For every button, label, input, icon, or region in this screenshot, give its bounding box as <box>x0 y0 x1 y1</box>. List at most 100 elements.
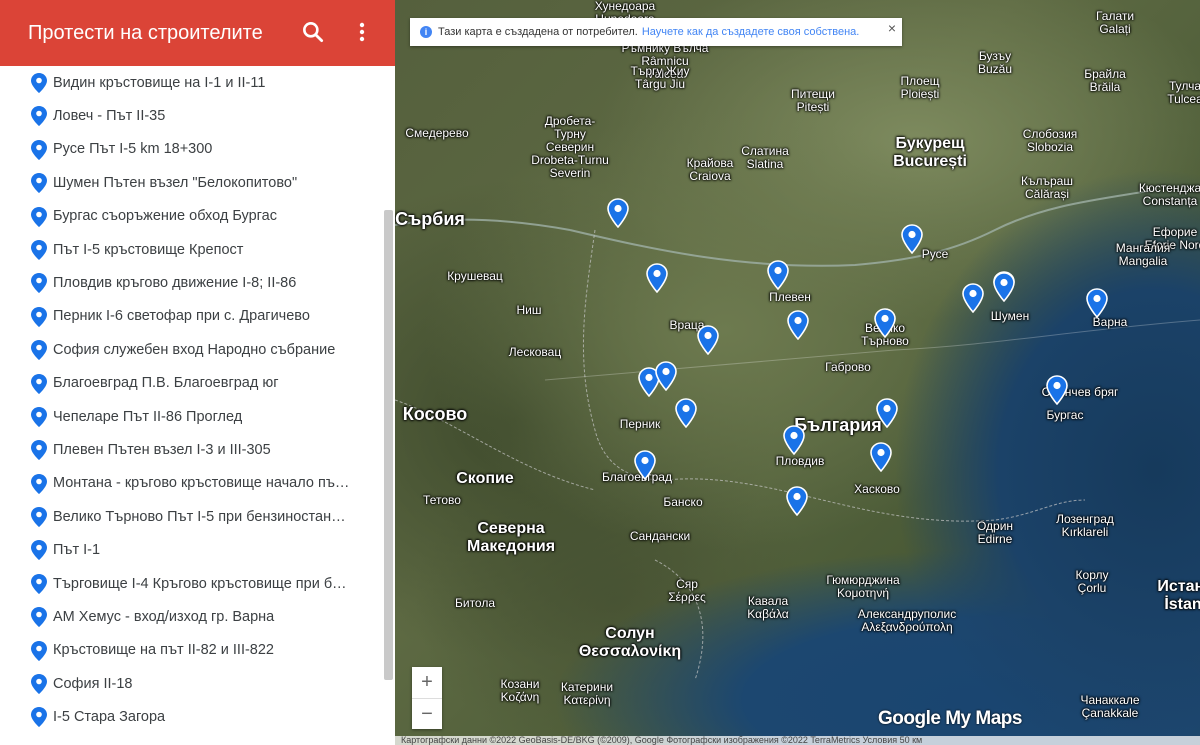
map-marker-icon[interactable] <box>646 263 668 293</box>
map-marker-icon[interactable] <box>1086 288 1108 318</box>
map-pin-icon <box>31 273 47 294</box>
list-item[interactable]: Търговище I-4 Кръгово кръстовище при бен… <box>0 567 395 600</box>
map-marker-icon[interactable] <box>786 486 808 516</box>
label-braila: Брайла Brăila <box>1084 67 1126 94</box>
map-pin-icon <box>31 139 47 160</box>
map-marker-icon[interactable] <box>634 450 656 480</box>
sidebar: Протести на строителите Видин кръстовище… <box>0 0 395 745</box>
label-istanbul: Истанбулİstanbul <box>1157 578 1200 613</box>
label-sar: Сяр Σέρρες <box>668 577 706 604</box>
map-marker-icon[interactable] <box>876 398 898 428</box>
list-item[interactable]: Русе Път I-5 km 18+300 <box>0 133 395 166</box>
banner-link[interactable]: Научете как да създадете своя собствена. <box>642 26 860 38</box>
list-item-label: Ловеч - Път II-35 <box>53 108 166 125</box>
list-item[interactable]: София служебен вход Народно събрание <box>0 333 395 366</box>
label-korlu: Корлу Çorlu <box>1075 568 1109 595</box>
list-item[interactable]: Видин кръстовище на I-1 и II-11 <box>0 66 395 99</box>
map-marker-icon[interactable] <box>901 224 923 254</box>
list-item-label: Кръстовище на път II-82 и III-822 <box>53 642 274 659</box>
map-pin-icon <box>31 106 47 127</box>
map-pin-icon <box>31 440 47 461</box>
list-item[interactable]: Благоевград П.В. Благоевград юг <box>0 367 395 400</box>
list-item[interactable]: София II-18 <box>0 667 395 700</box>
label-pleven: Плевен <box>769 290 811 304</box>
list-item[interactable]: Кръстовище на път II-82 и III-822 <box>0 634 395 667</box>
zoom-in-button[interactable]: + <box>412 667 442 698</box>
list-item[interactable]: Ловеч - Път II-35 <box>0 99 395 132</box>
list-item[interactable]: Път I-5 кръстовище Крепост <box>0 233 395 266</box>
map-marker-icon[interactable] <box>874 308 896 338</box>
banner-text: Тази карта е създадена от потребител. <box>438 26 638 38</box>
label-kragujevac: Крушевац <box>447 269 503 283</box>
map-marker-icon[interactable] <box>697 325 719 355</box>
map-marker-icon[interactable] <box>767 260 789 290</box>
map[interactable]: ХунедоараHunedoara ГалатиGalați Ръмнику … <box>395 0 1200 745</box>
map-marker-icon[interactable] <box>783 425 805 455</box>
label-kozani: Козани Κοζάνη <box>500 677 540 704</box>
list-item[interactable]: Бургас съоръжение обход Бургас <box>0 200 395 233</box>
list-item-label: АМ Хемус - вход/изход гр. Варна <box>53 608 275 625</box>
label-pitesti: Питещи Pitești <box>791 87 835 114</box>
label-edirne: Одрин Edirne <box>976 519 1014 546</box>
label-konstanca: Кюстенджа Constanța <box>1138 181 1200 208</box>
map-marker-icon[interactable] <box>870 442 892 472</box>
map-marker-icon[interactable] <box>787 310 809 340</box>
map-marker-icon[interactable] <box>993 272 1015 302</box>
label-ploiesti: Плоещ Ploiești <box>900 74 940 101</box>
label-pernik: Перник <box>619 417 661 431</box>
map-pin-icon <box>31 507 47 528</box>
list-item-label: I-5 Стара Загора <box>53 709 166 726</box>
label-slobozia: Слобозия Slobozia <box>1022 127 1078 154</box>
map-pin-icon <box>31 239 47 260</box>
list-item-label: Плевен Пътен възел I-3 и III-305 <box>53 441 271 458</box>
label-kosovo: Косово <box>402 404 468 424</box>
list-item-label: Път I-1 <box>53 542 101 559</box>
info-icon: i <box>420 26 432 38</box>
google-my-maps-logo: Google My Maps <box>878 708 1022 729</box>
list-item[interactable]: АМ Хемус - вход/изход гр. Варна <box>0 600 395 633</box>
list-item[interactable]: Плевен Пътен възел I-3 и III-305 <box>0 433 395 466</box>
label-bitola: Битола <box>454 596 496 610</box>
label-bansko: Банско <box>663 495 703 509</box>
label-katerini: Катерини Κατερίνη <box>560 680 614 707</box>
more-vert-icon[interactable] <box>352 19 372 45</box>
map-pin-icon <box>31 373 47 394</box>
list-item[interactable]: Перник I-6 светофар при с. Драгичево <box>0 300 395 333</box>
map-pin-icon <box>31 473 47 494</box>
map-marker-icon[interactable] <box>607 198 629 228</box>
list-item[interactable]: Пловдив кръгово движение I-8; II-86 <box>0 266 395 299</box>
list-item[interactable]: Път I-1 <box>0 533 395 566</box>
label-ruse: Русе <box>921 247 949 261</box>
list-item[interactable]: Чепеларе Път II-86 Проглед <box>0 400 395 433</box>
list-item[interactable]: Велико Търново Път I-5 при бензиностанци… <box>0 500 395 533</box>
map-pin-icon <box>31 707 47 728</box>
label-komotini: Гюмюрджина Κομοτηνή <box>826 573 900 600</box>
list-item-label: Благоевград П.В. Благоевград юг <box>53 375 279 392</box>
map-pin-icon <box>31 640 47 661</box>
list-item[interactable]: Монтана - кръгово кръстовище начало път … <box>0 467 395 500</box>
map-marker-icon[interactable] <box>675 398 697 428</box>
scrollbar[interactable] <box>384 210 393 680</box>
map-title[interactable]: Протести на строителите <box>28 22 283 45</box>
list-item-label: Русе Път I-5 km 18+300 <box>53 141 213 158</box>
map-pin-icon <box>31 573 47 594</box>
list-item-label: Шумен Пътен възел "Белокопитово" <box>53 174 298 191</box>
search-icon[interactable] <box>300 19 326 45</box>
map-pin-icon <box>31 173 47 194</box>
label-haskovo: Хасково <box>854 482 900 496</box>
label-kalarash: Кълъраш Călărași <box>1021 174 1073 201</box>
list-item[interactable]: Шумен Пътен възел "Белокопитово" <box>0 166 395 199</box>
label-solun: Солун Θεσσαλονίκη <box>578 625 682 660</box>
close-icon[interactable]: × <box>888 20 896 36</box>
zoom-out-button[interactable]: − <box>412 699 442 730</box>
map-marker-icon[interactable] <box>1046 375 1068 405</box>
label-targu-jiu: Търгу Жиу Târgu Jiu <box>630 64 690 91</box>
label-leskovac: Лесковац <box>508 345 562 359</box>
list-item[interactable]: I-5 Стара Загора <box>0 700 395 733</box>
label-serbia: Сърбия <box>395 209 465 229</box>
zoom-control: + − <box>412 667 442 729</box>
map-marker-icon[interactable] <box>962 283 984 313</box>
map-marker-icon[interactable] <box>655 361 677 391</box>
header: Протести на строителите <box>0 0 395 66</box>
label-bucuresti: Букурещ București <box>893 135 967 170</box>
